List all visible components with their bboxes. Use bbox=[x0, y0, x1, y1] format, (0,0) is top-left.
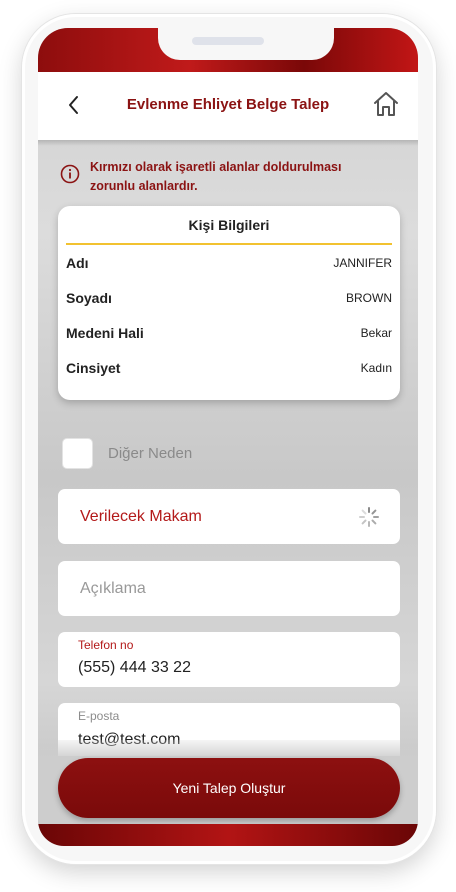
authority-select[interactable]: Verilecek Makam bbox=[58, 489, 400, 544]
home-button[interactable] bbox=[372, 90, 400, 118]
row-label: Soyadı bbox=[66, 289, 112, 306]
description-input[interactable]: Açıklama bbox=[58, 561, 400, 616]
info-row-name: Adı JANNIFER bbox=[58, 245, 400, 280]
info-row-gender: Cinsiyet Kadın bbox=[58, 350, 400, 385]
info-row-surname: Soyadı BROWN bbox=[58, 280, 400, 315]
info-circle-icon bbox=[60, 164, 80, 184]
warning-text: Kırmızı olarak işaretli alanlar doldurul… bbox=[90, 160, 342, 193]
row-value: Kadın bbox=[360, 360, 392, 375]
new-request-button[interactable]: Yeni Talep Oluştur bbox=[58, 758, 400, 818]
loading-spinner-icon bbox=[359, 507, 379, 527]
info-row-marital-status: Medeni Hali Bekar bbox=[58, 315, 400, 350]
other-reason-checkbox[interactable] bbox=[62, 438, 93, 469]
chevron-left-icon bbox=[69, 96, 78, 114]
required-fields-warning: Kırmızı olarak işaretli alanlar doldurul… bbox=[60, 158, 380, 196]
header-divider bbox=[38, 140, 418, 146]
page-title: Evlenme Ehliyet Belge Talep bbox=[126, 96, 330, 113]
person-info-card: Kişi Bilgileri Adı JANNIFER Soyadı BROWN… bbox=[58, 206, 400, 400]
phone-label: Telefon no bbox=[78, 638, 134, 652]
row-value: BROWN bbox=[346, 290, 392, 305]
row-value: JANNIFER bbox=[333, 255, 392, 270]
phone-field[interactable]: Telefon no (555) 444 33 22 bbox=[58, 632, 400, 687]
description-placeholder: Açıklama bbox=[80, 580, 146, 597]
authority-placeholder: Verilecek Makam bbox=[80, 508, 202, 525]
phone-speaker bbox=[192, 37, 264, 45]
other-reason-option: Diğer Neden bbox=[62, 438, 192, 469]
row-label: Medeni Hali bbox=[66, 324, 144, 341]
card-title: Kişi Bilgileri bbox=[188, 217, 270, 233]
home-icon bbox=[374, 92, 398, 116]
email-label: E-posta bbox=[78, 709, 120, 723]
back-button[interactable] bbox=[66, 94, 82, 116]
row-label: Adı bbox=[66, 254, 89, 271]
row-label: Cinsiyet bbox=[66, 359, 121, 376]
row-value: Bekar bbox=[360, 325, 392, 340]
bottom-bar-background bbox=[38, 824, 418, 846]
app-header: Evlenme Ehliyet Belge Talep bbox=[38, 72, 418, 140]
app-screen: Evlenme Ehliyet Belge Talep Kırmızı olar… bbox=[38, 28, 418, 846]
phone-value: (555) 444 33 22 bbox=[78, 659, 191, 676]
other-reason-label[interactable]: Diğer Neden bbox=[108, 445, 192, 462]
